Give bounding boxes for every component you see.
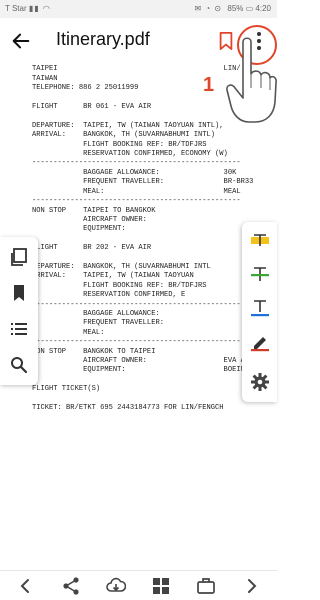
pdf-text-content: CHINA TAIPEI LIN/ TAIWAN TELEPHONE: 886 …	[32, 62, 253, 413]
pdf-text-line: EQUIPMENT:	[32, 225, 126, 234]
left-tool-panel	[0, 237, 38, 385]
notification-icons: ✉ ◔ ⊙	[194, 4, 223, 13]
pdf-text-line: TAIWAN	[32, 74, 58, 83]
pdf-text-line: TAIPEI LIN/	[32, 65, 241, 74]
search-icon[interactable]	[9, 355, 29, 375]
back-arrow-icon[interactable]	[10, 30, 32, 52]
pen-icon[interactable]	[250, 332, 270, 352]
status-bar-right: ✉ ◔ ⊙ 85% ▭ 4:20	[194, 4, 271, 13]
pdf-text-line: ----------------------------------------…	[32, 197, 241, 206]
status-bar: T Star ▮▮ ◠ ✉ ◔ ⊙ 85% ▭ 4:20	[0, 0, 277, 18]
outline-list-icon[interactable]	[9, 319, 29, 339]
pdf-text-line: ARRIVAL: BANGKOK, TH (SUVARNABHUMI INTL)	[32, 131, 216, 140]
pdf-text-line: DEPARTURE: TAIPEI, TW (TAIWAN TAOYUAN IN…	[32, 121, 224, 130]
bookmark-icon[interactable]	[9, 283, 29, 303]
document-title: Itinerary.pdf	[56, 29, 150, 49]
status-bar-left: T Star ▮▮ ◠	[5, 4, 54, 13]
pdf-text-line: NON STOP TAIPEI TO BANGKOK	[32, 206, 156, 215]
pdf-page[interactable]: CHINA TAIPEI LIN/ TAIWAN TELEPHONE: 886 …	[0, 62, 277, 570]
share-icon[interactable]	[61, 576, 81, 596]
pdf-text-line: RESERVATION CONFIRMED, E	[32, 291, 186, 300]
pdf-text-line: FLIGHT BR 061 - EVA AIR	[32, 103, 152, 112]
pointing-hand-icon	[226, 37, 277, 123]
pdf-text-line: FLIGHT TICKET(S)	[32, 385, 101, 394]
pdf-text-line: MEAL: MEAL	[32, 187, 241, 196]
pdf-text-line: FREQUENT TRAVELLER: BR-BR33	[32, 178, 254, 187]
pdf-text-line: FREQUENT TRAVELLER:	[32, 319, 164, 328]
settings-icon[interactable]	[250, 372, 270, 392]
pdf-text-line: FLIGHT BR 202 - EVA AIR	[32, 244, 152, 253]
highlight-icon[interactable]	[250, 230, 270, 250]
pdf-text-line: NON STOP BANGKOK TO TAIPEI	[32, 347, 156, 356]
signal-icon: ▮▮ ◠	[28, 4, 51, 13]
pdf-text-line: FLIGHT BOOKING REF: BR/TDFJRS	[32, 140, 207, 149]
grid-icon[interactable]	[151, 576, 171, 596]
pdf-text-line: BAGGAGE ALLOWANCE:	[32, 309, 160, 318]
strikethrough-icon[interactable]	[250, 264, 270, 284]
pdf-text-line: CHINA	[32, 62, 53, 64]
pdf-text-line: MEAL:	[32, 328, 105, 337]
pdf-text-line: TICKET: BR/ETKT 695 2443184773 FOR LIN/F…	[32, 404, 224, 413]
pdf-text-line: AIRCRAFT OWNER: EVA AIR	[32, 357, 254, 365]
pdf-text-line: AIRCRAFT OWNER:	[32, 215, 147, 224]
underline-icon[interactable]	[250, 298, 270, 318]
pdf-text-line: TELEPHONE: 886 2 25011999	[32, 84, 139, 93]
pdf-text-line: ARRIVAL: TAIPEI, TW (TAIWAN TAOYUAN	[32, 272, 194, 281]
battery-icon: ▭	[245, 4, 254, 13]
pdf-text-line: FLIGHT BOOKING REF: BR/TDFJRS	[32, 281, 207, 290]
step-number-label: 1	[203, 74, 215, 96]
pdf-text-line: ----------------------------------------…	[32, 300, 241, 309]
time-label: 4:20	[255, 4, 271, 13]
bottom-toolbar	[0, 570, 277, 600]
prev-icon[interactable]	[16, 576, 36, 596]
pdf-text-line: ----------------------------------------…	[32, 338, 241, 347]
pdf-text-line: EQUIPMENT: BOEING	[32, 366, 250, 375]
pdf-text-line: ----------------------------------------…	[32, 159, 241, 168]
pages-icon[interactable]	[9, 247, 29, 267]
battery-label: 85%	[227, 4, 244, 13]
right-annotation-panel	[242, 222, 277, 402]
cloud-save-icon[interactable]	[106, 576, 126, 596]
briefcase-icon[interactable]	[196, 576, 216, 596]
pdf-text-line: DEPARTURE: BANGKOK, TH (SUVARNABHUMI INT…	[32, 262, 211, 271]
next-icon[interactable]	[241, 576, 261, 596]
pdf-text-line: RESERVATION CONFIRMED, ECONOMY (W)	[32, 150, 228, 159]
pdf-text-line: BAGGAGE ALLOWANCE: 30K	[32, 168, 237, 177]
carrier-label: T Star	[5, 4, 27, 13]
